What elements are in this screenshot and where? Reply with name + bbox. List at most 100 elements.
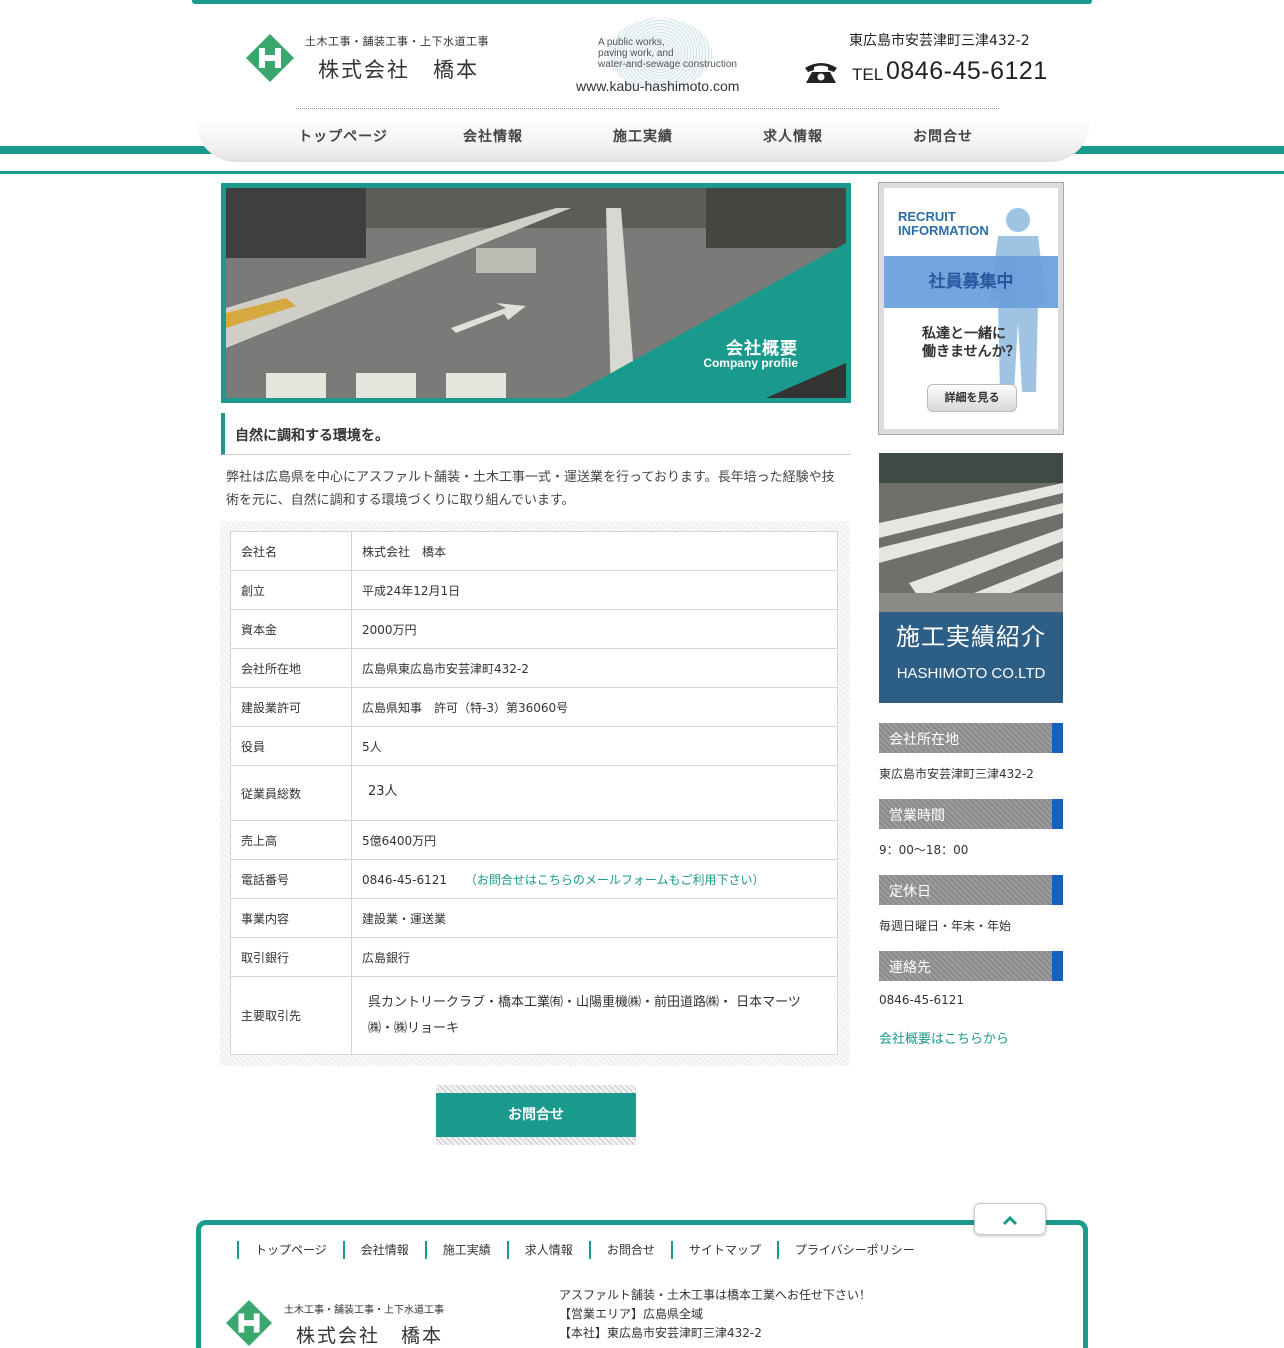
top-accent-rule (192, 0, 1092, 4)
row-value: 広島銀行 (351, 937, 838, 977)
company-profile-table: 会社名 株式会社 橋本 創立 平成24年12月1日 資本金 2000万円 会社所… (230, 531, 838, 1055)
footer-logo-icon[interactable] (226, 1300, 272, 1346)
row-label: 取引銀行 (230, 937, 352, 977)
nav-item-recruit[interactable]: 求人情報 (718, 126, 868, 146)
sidebar-text-contact: 0846-45-6121 (879, 993, 965, 1007)
works-subtitle: HASHIMOTO CO.LTD (896, 665, 1046, 682)
recruit-band: 社員募集中 (884, 256, 1058, 308)
sidebar-company-link[interactable]: 会社概要はこちらから (879, 1028, 1009, 1047)
row-value: 23人 (351, 765, 838, 821)
tel-label: TEL (852, 65, 884, 84)
intro-text: 弊社は広島県を中心にアスファルト舗装・土木工事一式・運送業を行っております。長年… (226, 470, 835, 508)
row-label: 創立 (230, 570, 352, 610)
row-value: 2000万円 (351, 609, 838, 649)
nav-item-top[interactable]: トップページ (268, 126, 418, 146)
table-row: 創立 平成24年12月1日 (230, 570, 838, 610)
table-row: 取引銀行 広島銀行 (230, 937, 838, 977)
nav-item-works[interactable]: 施工実績 (568, 126, 718, 146)
tagline-line: A public works, (598, 37, 665, 48)
company-profile-table-frame: 会社名 株式会社 橋本 創立 平成24年12月1日 資本金 2000万円 会社所… (220, 521, 850, 1066)
row-label: 売上高 (230, 820, 352, 860)
row-label: 資本金 (230, 609, 352, 649)
footer-info-line: アスファルト舗装・土木工事は橋本工業へお任せ下さい！ (559, 1288, 872, 1302)
recruit-text: 私達と一緒に 働きませんか？ (922, 325, 1020, 361)
recruit-text-line: 働きませんか？ (922, 344, 1020, 360)
nav-item-contact[interactable]: お問合せ (868, 126, 1018, 146)
sidebar-heading-hours: 営業時間 (879, 799, 1063, 829)
hero-banner: 会社概要 Company profile (221, 183, 851, 403)
table-row: 建設業許可 広島県知事 許可（特-3）第36060号 (230, 687, 838, 727)
row-value: 建設業・運送業 (351, 898, 838, 938)
logo-company-name[interactable]: 株式会社 橋本 (318, 54, 479, 84)
chevron-up-icon (1002, 1215, 1018, 1226)
footer-nav-contact[interactable]: お問合せ (588, 1241, 671, 1259)
table-row: 従業員総数 23人 (230, 765, 838, 821)
footer-nav-privacy[interactable]: プライバシーポリシー (776, 1241, 931, 1259)
footer-company-name: 株式会社 橋本 (296, 1325, 444, 1347)
header-divider (296, 108, 999, 109)
row-label: 電話番号 (230, 859, 352, 899)
contact-button-frame: お問合せ (436, 1085, 636, 1145)
header-address: 東広島市安芸津町三津432-2 (849, 33, 1030, 49)
footer-info-line: 【本社】東広島市安芸津町三津432-2 (559, 1326, 762, 1340)
footer-info: アスファルト舗装・土木工事は橋本工業へお任せ下さい！ 【営業エリア】広島県全域 … (559, 1286, 871, 1343)
row-value: 5人 (351, 726, 838, 766)
table-row: 会社名 株式会社 橋本 (230, 531, 838, 571)
footer-logo-subtitle: 土木工事・舗装工事・上下水道工事 (284, 1305, 444, 1316)
site-url: www.kabu-hashimoto.com (576, 78, 740, 94)
footer-nav-top[interactable]: トップページ (237, 1241, 343, 1259)
recruit-details-button[interactable]: 詳細を見る (927, 384, 1017, 412)
hero-subtitle: Company profile (703, 356, 798, 370)
footer-info-line: 【営業エリア】広島県全域 (559, 1307, 704, 1321)
works-banner[interactable]: 施工実績紹介 HASHIMOTO CO.LTD (879, 453, 1063, 703)
back-to-top-button[interactable] (974, 1203, 1046, 1235)
footer-nav-company[interactable]: 会社情報 (342, 1241, 425, 1259)
row-label: 会社名 (230, 531, 352, 571)
recruit-text-line: 私達と一緒に (922, 326, 1006, 342)
table-row: 事業内容 建設業・運送業 (230, 898, 838, 938)
sidebar-heading-holidays: 定休日 (879, 875, 1063, 905)
table-row: 資本金 2000万円 (230, 609, 838, 649)
contact-button[interactable]: お問合せ (436, 1093, 636, 1137)
sidebar-text-holidays: 毎週日曜日・年末・年始 (879, 919, 1012, 933)
table-row: 会社所在地 広島県東広島市安芸津町432-2 (230, 648, 838, 688)
footer-nav: トップページ 会社情報 施工実績 求人情報 お問合せ サイトマップ プライバシー… (237, 1241, 931, 1259)
tagline-line: paving work, and (598, 48, 674, 59)
footer-nav-sitemap[interactable]: サイトマップ (670, 1241, 777, 1259)
mail-form-link[interactable]: （お問合せはこちらのメールフォームもご利用下さい） (465, 873, 765, 887)
recruit-title-line: INFORMATION (898, 223, 989, 238)
row-label: 主要取引先 (230, 976, 352, 1055)
tagline: A public works, paving work, and water-a… (598, 37, 737, 70)
tagline-line: water-and-sewage construction (598, 59, 737, 70)
header-phone-number[interactable]: 0846-45-6121 (886, 57, 1048, 86)
works-title: 施工実績紹介 (896, 623, 1046, 651)
row-value: 広島県東広島市安芸津町432-2 (351, 648, 838, 688)
table-row: 売上高 5億6400万円 (230, 820, 838, 860)
sidebar-text-address: 東広島市安芸津町三津432-2 (879, 767, 1034, 781)
recruit-title: RECRUIT INFORMATION (898, 210, 989, 238)
sidebar-heading-contact: 連絡先 (879, 951, 1063, 981)
nav-item-company[interactable]: 会社情報 (418, 126, 568, 146)
table-row: 電話番号 0846-45-6121 （お問合せはこちらのメールフォームもご利用下… (230, 859, 838, 899)
row-value: 呉カントリークラブ・橋本工業㈲・山陽重機㈱・前田道路㈱・ 日本マーツ㈱・㈱リョー… (351, 976, 838, 1055)
row-label: 会社所在地 (230, 648, 352, 688)
row-label: 建設業許可 (230, 687, 352, 727)
row-value: 株式会社 橋本 (351, 531, 838, 571)
recruit-title-line: RECRUIT (898, 209, 956, 224)
row-value: 5億6400万円 (351, 820, 838, 860)
sidebar-heading-address: 会社所在地 (879, 723, 1063, 753)
logo-subtitle: 土木工事・舗装工事・上下水道工事 (305, 35, 489, 48)
nav-accent-line (0, 171, 1284, 174)
recruit-banner[interactable]: RECRUIT INFORMATION 社員募集中 私達と一緒に 働きませんか？… (878, 182, 1064, 435)
row-label: 役員 (230, 726, 352, 766)
phone-value: 0846-45-6121 (362, 872, 448, 887)
footer-nav-works[interactable]: 施工実績 (424, 1241, 507, 1259)
row-value: 0846-45-6121 （お問合せはこちらのメールフォームもご利用下さい） (351, 859, 838, 899)
row-label: 事業内容 (230, 898, 352, 938)
company-logo-icon[interactable] (246, 34, 294, 82)
table-row: 役員 5人 (230, 726, 838, 766)
row-value: 平成24年12月1日 (351, 570, 838, 610)
row-value: 広島県知事 許可（特-3）第36060号 (351, 687, 838, 727)
sidebar-text-hours: 9：00〜18：00 (879, 843, 969, 857)
footer-nav-recruit[interactable]: 求人情報 (506, 1241, 589, 1259)
